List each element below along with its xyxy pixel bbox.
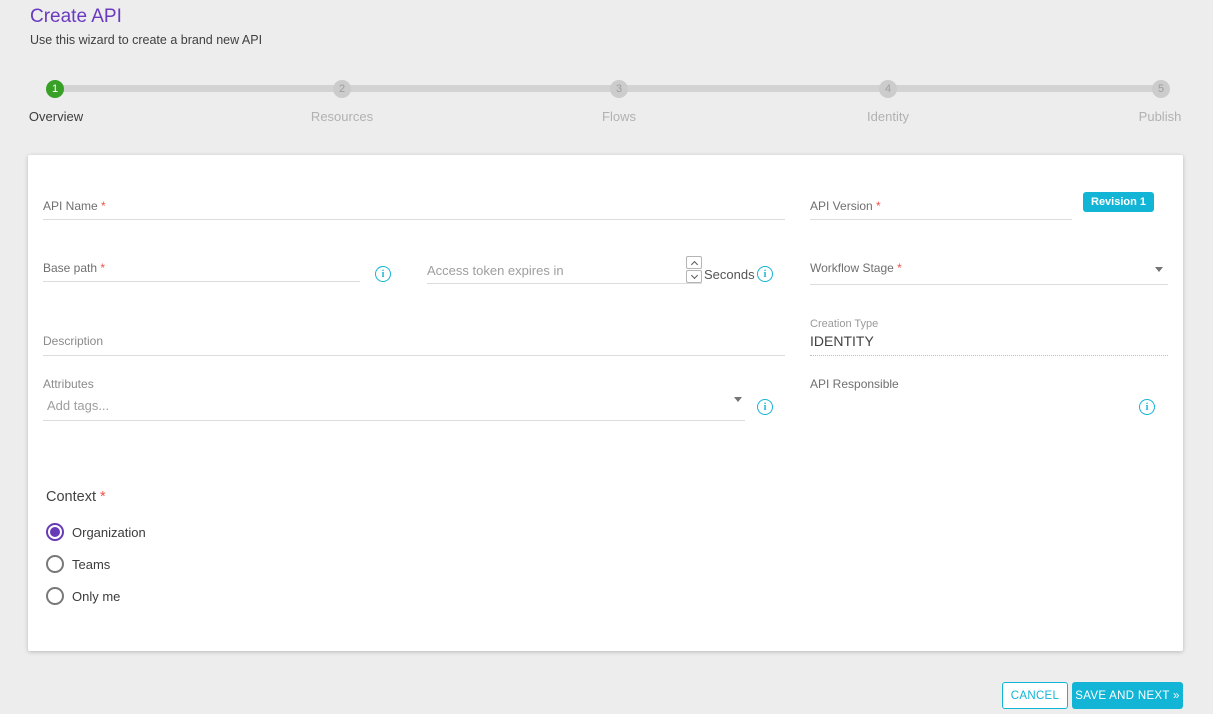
required-marker: * (897, 261, 902, 275)
radio-label[interactable]: Teams (72, 557, 110, 572)
step-label-publish[interactable]: Publish (1139, 109, 1182, 124)
form-card: API Name * API Version * Revision 1 Base… (28, 155, 1183, 651)
cancel-button[interactable]: CANCEL (1002, 682, 1068, 709)
access-token-unit-label: Seconds (704, 267, 755, 282)
access-token-info-icon[interactable]: i (757, 266, 773, 282)
revision-badge: Revision 1 (1083, 192, 1154, 212)
attributes-dropdown-icon[interactable] (734, 397, 742, 402)
access-token-underline (427, 283, 702, 284)
radio-unselected-icon[interactable] (46, 587, 64, 605)
attributes-label: Attributes (43, 377, 94, 391)
context-label: Context * (46, 489, 106, 505)
radio-selected-icon[interactable] (46, 523, 64, 541)
api-name-label: API Name * (43, 199, 106, 213)
step-number: 3 (616, 83, 622, 95)
context-option-organization[interactable]: Organization (46, 523, 146, 541)
creation-type-underline (810, 355, 1168, 356)
spinner-down-button[interactable] (686, 270, 702, 283)
step-number: 2 (339, 83, 345, 95)
radio-label[interactable]: Only me (72, 589, 120, 604)
page-subtitle: Use this wizard to create a brand new AP… (30, 33, 262, 47)
step-circle-publish[interactable]: 5 (1152, 80, 1170, 98)
step-circle-identity[interactable]: 4 (879, 80, 897, 98)
save-and-next-button[interactable]: SAVE AND NEXT » (1072, 682, 1183, 709)
required-marker: * (876, 199, 881, 213)
workflow-stage-dropdown-icon[interactable] (1155, 267, 1163, 272)
attributes-info-icon[interactable]: i (757, 399, 773, 415)
base-path-info-icon[interactable]: i (375, 266, 391, 282)
create-api-page: Create API Use this wizard to create a b… (0, 0, 1213, 714)
step-circle-resources[interactable]: 2 (333, 80, 351, 98)
step-circle-overview[interactable]: 1 (46, 80, 64, 98)
chevron-up-icon (690, 260, 697, 267)
description-underline (43, 355, 785, 356)
base-path-underline (43, 281, 360, 282)
step-circle-flows[interactable]: 3 (610, 80, 628, 98)
step-label-identity[interactable]: Identity (867, 109, 909, 124)
api-responsible-label: API Responsible (810, 377, 899, 391)
required-marker: * (100, 489, 106, 505)
step-label-overview[interactable]: Overview (29, 109, 83, 124)
step-label-resources[interactable]: Resources (311, 109, 373, 124)
required-marker: * (101, 199, 106, 213)
step-number: 4 (885, 83, 891, 95)
context-option-teams[interactable]: Teams (46, 555, 110, 573)
step-number: 1 (52, 83, 58, 95)
api-version-underline (810, 219, 1072, 220)
step-number: 5 (1158, 83, 1164, 95)
api-responsible-info-icon[interactable]: i (1139, 399, 1155, 415)
required-marker: * (100, 261, 105, 275)
chevron-down-icon (690, 272, 697, 279)
creation-type-label: Creation Type (810, 318, 878, 330)
context-option-only-me[interactable]: Only me (46, 587, 120, 605)
attributes-underline (43, 420, 745, 421)
step-label-flows[interactable]: Flows (602, 109, 636, 124)
workflow-stage-label: Workflow Stage * (810, 261, 902, 275)
api-version-label: API Version * (810, 199, 881, 213)
workflow-stage-underline (810, 284, 1168, 285)
attributes-placeholder: Add tags... (47, 398, 109, 413)
radio-label[interactable]: Organization (72, 525, 146, 540)
creation-type-value: IDENTITY (810, 333, 874, 349)
radio-unselected-icon[interactable] (46, 555, 64, 573)
access-token-placeholder: Access token expires in (427, 263, 564, 278)
description-label: Description (43, 334, 103, 348)
access-token-spinner (686, 256, 702, 283)
spinner-up-button[interactable] (686, 256, 702, 269)
page-title: Create API (30, 6, 122, 28)
api-name-underline (43, 219, 785, 220)
base-path-label: Base path * (43, 261, 105, 275)
